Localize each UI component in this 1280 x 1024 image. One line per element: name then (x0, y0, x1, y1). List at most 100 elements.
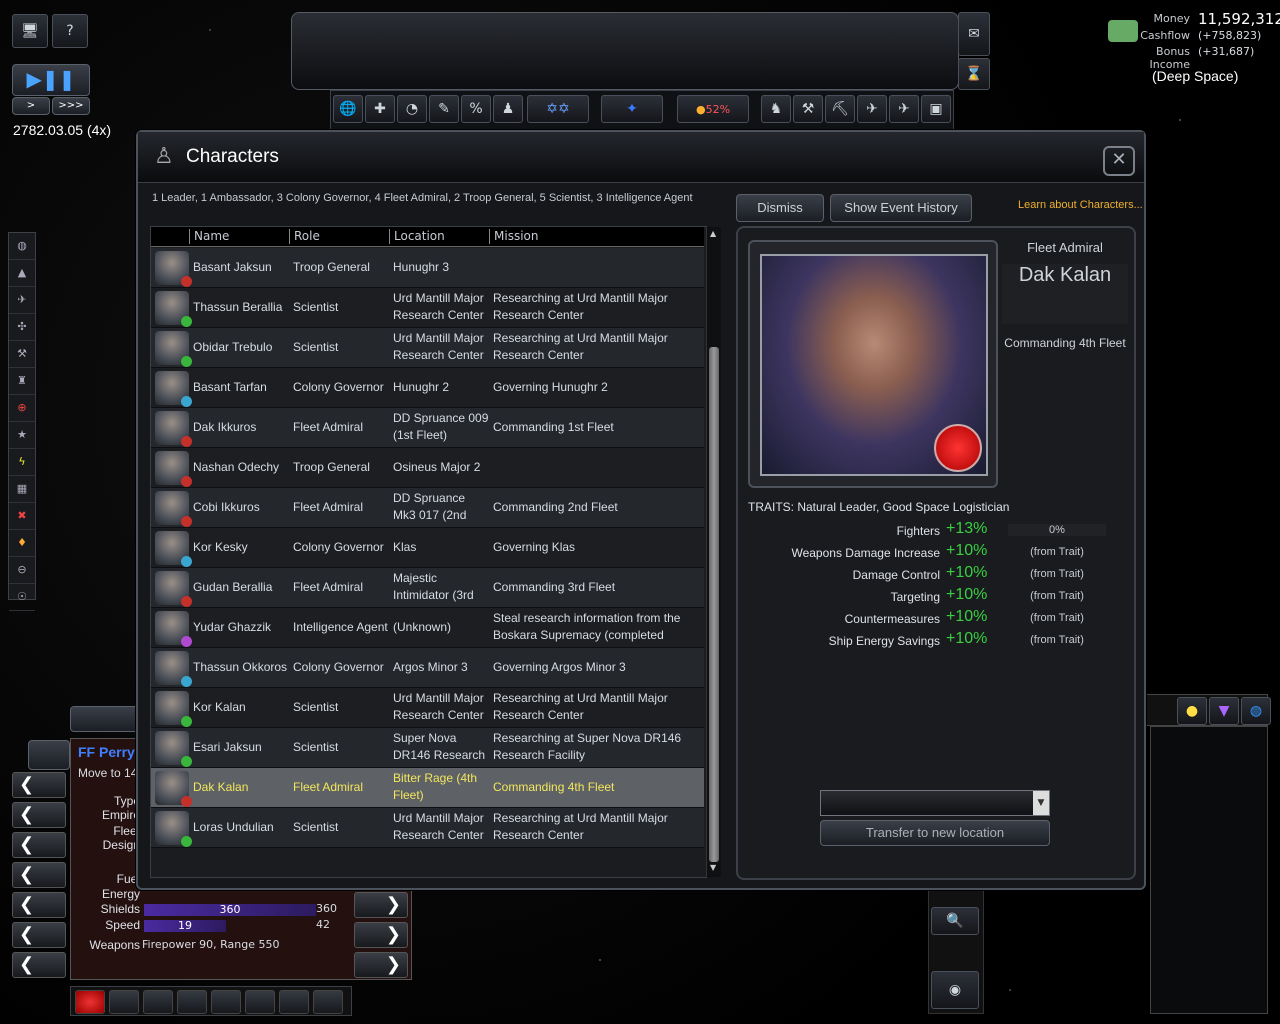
table-row[interactable]: Dak Kalan Fleet Admiral Bitter Rage (4th F… (151, 768, 704, 808)
planet-icon[interactable]: 🌐 (333, 95, 363, 123)
intelligence-icon[interactable]: ♞ (761, 95, 791, 123)
learn-about-characters-link[interactable]: Learn about Characters... (1018, 199, 1143, 211)
table-scrollbar[interactable]: ▲ ▼ (706, 227, 721, 877)
column-name[interactable]: Name (189, 229, 286, 244)
table-row[interactable]: Basant Tarfan Colony Governor Hunughr 2 Gov… (151, 368, 704, 408)
nebula-view-icon[interactable]: ▼ (1209, 697, 1239, 725)
designs-icon[interactable]: ✚ (365, 95, 395, 123)
empire-chart-icon[interactable]: ◔ (397, 95, 427, 123)
ship-panel-tab[interactable] (70, 706, 142, 732)
next-military-button[interactable]: ❯ (354, 892, 408, 918)
side-energy-icon[interactable]: ϟ (9, 449, 35, 476)
character-avatar (155, 531, 192, 567)
side-mining-icon[interactable]: ⚒ (9, 341, 35, 368)
fleets-icon[interactable]: ✈ (889, 95, 919, 123)
next-fighter-button[interactable]: ❯ (354, 952, 408, 978)
speed-slow-button[interactable]: > (12, 97, 50, 115)
troops-icon[interactable]: ▣ (921, 95, 951, 123)
table-row[interactable]: Kor Kalan Scientist Urd Mantill Major Rese… (151, 688, 704, 728)
table-row[interactable]: Cobi Ikkuros Fleet Admiral DD Spruance Mk3… (151, 488, 704, 528)
column-location[interactable]: Location (389, 229, 486, 244)
computer-icon[interactable]: 🖥 (12, 14, 48, 48)
table-row[interactable]: Dak Ikkuros Fleet Admiral DD Spruance 009 … (151, 408, 704, 448)
cell-location: Super Nova DR146 Research Facility (393, 731, 486, 762)
notes-icon[interactable]: ✎ (429, 95, 459, 123)
upgrade-icon[interactable] (143, 990, 173, 1014)
transfer-icon[interactable] (245, 990, 275, 1014)
show-event-history-button[interactable]: Show Event History (830, 194, 972, 222)
empty-slot-icon[interactable] (211, 990, 241, 1014)
galaxy-icon[interactable]: ◉ (931, 971, 979, 1009)
alert-icon[interactable] (177, 990, 207, 1014)
pause-button[interactable]: ▶❚❚ (12, 64, 90, 96)
retire-icon[interactable] (279, 990, 309, 1014)
speed-fast-button[interactable]: >>> (52, 97, 90, 115)
transfer-location-select[interactable]: ▼ (820, 790, 1050, 816)
side-ruins-icon[interactable]: ☉ (9, 584, 35, 611)
stop-icon[interactable] (75, 990, 105, 1014)
side-rocket-icon[interactable]: ♜ (9, 368, 35, 395)
prev-base-button[interactable]: ❮ (12, 832, 66, 858)
characters-icon[interactable]: ♟ (493, 95, 523, 123)
scroll-down-icon[interactable]: ▼ (710, 863, 716, 872)
list-icon[interactable] (109, 990, 139, 1014)
empire-flag-icon[interactable]: ✦ (601, 95, 663, 123)
prev-military-button[interactable]: ❮ (12, 892, 66, 918)
table-row[interactable]: Thassun Berallia Scientist Urd Mantill Maj… (151, 288, 704, 328)
prev-fighter-button[interactable]: ❮ (12, 952, 66, 978)
close-button[interactable]: ✕ (1103, 146, 1135, 176)
side-ship-icon[interactable]: ✈ (9, 287, 35, 314)
cell-location: Bitter Rage (4th Fleet) (393, 771, 478, 802)
side-fleet-icon[interactable]: ✣ (9, 314, 35, 341)
ship-name: FF Perry (78, 744, 135, 760)
side-planet-icon[interactable]: ◍ (9, 233, 35, 260)
table-row[interactable]: Kor Kesky Colony Governor Klas Governing Kl… (151, 528, 704, 568)
side-checkered-icon[interactable]: ▦ (9, 476, 35, 503)
side-target-icon[interactable]: ⊕ (9, 395, 35, 422)
scroll-thumb[interactable] (709, 347, 719, 862)
bonus-row: Ship Energy Savings +10% (from Trait) (738, 630, 1128, 652)
mini-map-panel[interactable] (1150, 726, 1268, 1014)
table-row[interactable]: Esari Jaksun Scientist Super Nova DR146 Re… (151, 728, 704, 768)
messages-icon[interactable]: ✉ (958, 12, 990, 56)
chevron-down-icon[interactable]: ▼ (1033, 791, 1049, 815)
star-view-icon[interactable]: ● (1177, 697, 1207, 725)
column-mission[interactable]: Mission (489, 229, 699, 244)
prev-ship-button[interactable]: ❮ (12, 802, 66, 828)
side-attack-icon[interactable]: ✖ (9, 503, 35, 530)
research-status-icon[interactable]: ● 52% (677, 95, 749, 123)
side-gas-icon[interactable]: ♦ (9, 530, 35, 557)
diplomacy-icon[interactable]: ✡✡ (527, 95, 589, 123)
dismiss-button[interactable]: Dismiss (736, 194, 824, 222)
prev-planet-button[interactable]: ❮ (12, 772, 66, 798)
help-icon[interactable]: ? (52, 14, 88, 48)
lock-icon[interactable] (28, 740, 70, 770)
next-troop-ship-button[interactable]: ❯ (354, 922, 408, 948)
prev-fleet-button[interactable]: ❮ (12, 862, 66, 888)
military-ships-icon[interactable]: ✈ (857, 95, 887, 123)
side-star-icon[interactable]: ★ (9, 422, 35, 449)
table-row[interactable]: Thassun Okkoros Colony Governor Argos Mino… (151, 648, 704, 688)
side-colony-icon[interactable]: ▲ (9, 260, 35, 287)
tax-icon[interactable]: % (461, 95, 491, 123)
zoom-icon[interactable]: 🔍 (931, 907, 979, 935)
table-row[interactable]: Loras Undulian Scientist Urd Mantill Major… (151, 808, 704, 848)
message-bar[interactable] (291, 12, 959, 90)
table-row[interactable]: Obidar Trebulo Scientist Urd Mantill Major… (151, 328, 704, 368)
construction-icon[interactable]: ⛏ (825, 95, 855, 123)
cell-name: Loras Undulian (193, 820, 274, 834)
cell-location: DD Spruance Mk3 017 (2nd Fleet) (393, 491, 467, 522)
column-role[interactable]: Role (289, 229, 386, 244)
prev-troop-ship-button[interactable]: ❮ (12, 922, 66, 948)
transfer-button[interactable]: Transfer to new location (820, 820, 1050, 846)
table-row[interactable]: Nashan Odechy Troop General Osineus Major … (151, 448, 704, 488)
hourglass-icon[interactable]: ⌛ (958, 58, 990, 90)
table-row[interactable]: Yudar Ghazzik Intelligence Agent (Unknown)… (151, 608, 704, 648)
side-station-icon[interactable]: ⊖ (9, 557, 35, 584)
mining-icon[interactable]: ⚒ (793, 95, 823, 123)
table-row[interactable]: Gudan Berallia Fleet Admiral Majestic Inti… (151, 568, 704, 608)
empty-slot-2-icon[interactable] (313, 990, 343, 1014)
table-row[interactable]: Basant Jaksun Troop General Hunughr 3 (151, 248, 704, 288)
scroll-up-icon[interactable]: ▲ (710, 229, 716, 238)
globe-view-icon[interactable]: ◍ (1241, 697, 1271, 725)
